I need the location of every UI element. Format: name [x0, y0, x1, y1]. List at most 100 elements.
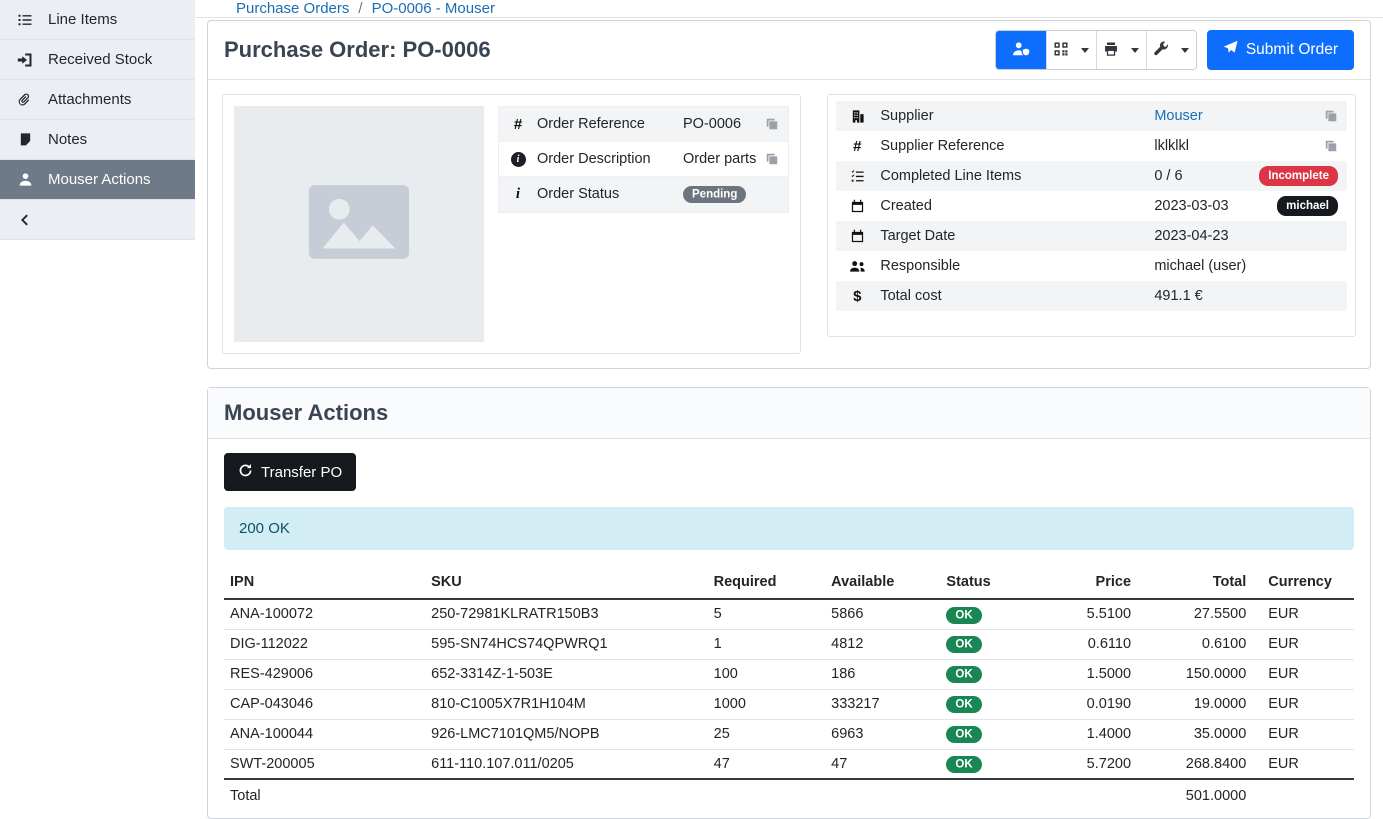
supplier-reference-value: lklklkl: [1154, 138, 1313, 154]
page-title: Purchase Order: PO-0006: [224, 37, 491, 63]
order-info-card: Order Reference PO-0006 Order Descriptio…: [222, 94, 801, 354]
cell-available: 6963: [825, 719, 940, 749]
cell-status: OK: [940, 599, 1033, 629]
sidebar-item-label: Line Items: [48, 11, 117, 28]
status-badge: Pending: [683, 186, 746, 203]
line-items-table: IPN SKU Required Available Status Price …: [224, 566, 1354, 812]
copy-icon[interactable]: [765, 152, 779, 166]
supplier-label: Supplier: [880, 108, 1143, 124]
list-check-icon: [845, 169, 869, 184]
ok-badge: OK: [946, 607, 981, 624]
cell-sku: 810-C1005X7R1H104M: [425, 689, 708, 719]
sidebar-item-line-items[interactable]: Line Items: [0, 0, 195, 40]
sidebar-item-label: Notes: [48, 131, 87, 148]
ok-badge: OK: [946, 696, 981, 713]
sidebar-item-notes[interactable]: Notes: [0, 120, 195, 160]
cell-available: 47: [825, 749, 940, 779]
submit-order-button[interactable]: Submit Order: [1207, 30, 1354, 70]
cell-status: OK: [940, 689, 1033, 719]
cell-required: 1000: [708, 689, 826, 719]
cell-currency: EUR: [1252, 599, 1354, 629]
note-icon: [16, 132, 34, 147]
order-status-label: Order Status: [537, 186, 674, 202]
table-row: ANA-100044 926-LMC7101QM5/NOPB 25 6963 O…: [224, 719, 1354, 749]
transfer-po-button[interactable]: Transfer PO: [224, 453, 356, 491]
col-header-available: Available: [825, 566, 940, 599]
copy-icon[interactable]: [1324, 139, 1338, 153]
cell-price: 1.5000: [1033, 659, 1137, 689]
cell-total: 35.0000: [1137, 719, 1252, 749]
user-icon: [16, 172, 34, 187]
col-header-price: Price: [1033, 566, 1137, 599]
breadcrumb-link-purchase-orders[interactable]: Purchase Orders: [236, 0, 349, 17]
col-header-required: Required: [708, 566, 826, 599]
cell-sku: 250-72981KLRATR150B3: [425, 599, 708, 629]
print-dropdown-button[interactable]: [1096, 31, 1146, 69]
chevron-down-icon: [1081, 48, 1089, 53]
hash-icon: [845, 138, 869, 155]
hash-icon: [508, 116, 528, 133]
cell-required: 25: [708, 719, 826, 749]
options-dropdown-button[interactable]: [1146, 31, 1196, 69]
copy-icon[interactable]: [1324, 109, 1338, 123]
purchase-order-panel-header: Purchase Order: PO-0006: [208, 21, 1370, 80]
cell-sku: 595-SN74HCS74QPWRQ1: [425, 629, 708, 659]
image-icon: [300, 163, 418, 285]
completed-line-items-row: Completed Line Items 0 / 6 Incomplete: [836, 161, 1347, 191]
submit-order-label: Submit Order: [1246, 41, 1338, 59]
user-roles-button[interactable]: [996, 31, 1046, 69]
table-row: ANA-100072 250-72981KLRATR150B3 5 5866 O…: [224, 599, 1354, 629]
cell-status: OK: [940, 749, 1033, 779]
order-status-row: Order Status Pending: [499, 177, 788, 212]
cell-status: OK: [940, 659, 1033, 689]
mouser-actions-panel-header: Mouser Actions: [208, 388, 1370, 439]
info-circle-icon: [508, 152, 528, 167]
cell-total: 19.0000: [1137, 689, 1252, 719]
responsible-row: Responsible michael (user): [836, 251, 1347, 281]
user-shield-icon: [1012, 41, 1030, 60]
table-total-row: Total 501.0000: [224, 779, 1354, 812]
total-cost-row: Total cost 491.1 €: [836, 281, 1347, 311]
chevron-left-icon: [16, 213, 34, 227]
user-badge: michael: [1277, 196, 1338, 215]
sign-in-icon: [16, 52, 34, 68]
order-description-value: Order parts: [683, 151, 756, 167]
building-icon: [845, 109, 869, 124]
main-content: Purchase Orders / PO-0006 - Mouser Purch…: [195, 0, 1383, 794]
paper-plane-icon: [1223, 40, 1238, 60]
cell-status: OK: [940, 629, 1033, 659]
target-date-row: Target Date 2023-04-23: [836, 221, 1347, 251]
breadcrumb-link-current-order[interactable]: PO-0006 - Mouser: [372, 0, 495, 17]
info-icon: [508, 186, 528, 203]
cell-ipn: ANA-100044: [224, 719, 425, 749]
sidebar-item-attachments[interactable]: Attachments: [0, 80, 195, 120]
breadcrumb-separator: /: [358, 0, 362, 17]
copy-icon[interactable]: [765, 117, 779, 131]
cell-ipn: RES-429006: [224, 659, 425, 689]
cell-currency: EUR: [1252, 689, 1354, 719]
cell-required: 1: [708, 629, 826, 659]
order-actions-button-group: [995, 30, 1197, 70]
created-row: Created 2023-03-03 michael: [836, 191, 1347, 221]
cell-ipn: DIG-112022: [224, 629, 425, 659]
chevron-down-icon: [1131, 48, 1139, 53]
completed-line-items-label: Completed Line Items: [880, 168, 1143, 184]
purchase-order-panel: Purchase Order: PO-0006: [207, 20, 1371, 369]
calendar-icon: [845, 199, 869, 214]
barcode-dropdown-button[interactable]: [1046, 31, 1096, 69]
sidebar-item-label: Mouser Actions: [48, 171, 151, 188]
cell-price: 5.7200: [1033, 749, 1137, 779]
supplier-link[interactable]: Mouser: [1154, 108, 1202, 124]
responsible-label: Responsible: [880, 258, 1143, 274]
sidebar-item-label: Received Stock: [48, 51, 152, 68]
cell-currency: EUR: [1252, 719, 1354, 749]
sidebar-item-received-stock[interactable]: Received Stock: [0, 40, 195, 80]
cell-total: 27.5500: [1137, 599, 1252, 629]
col-header-currency: Currency: [1252, 566, 1354, 599]
col-header-sku: SKU: [425, 566, 708, 599]
order-image-placeholder[interactable]: [234, 106, 484, 342]
sidebar-collapse-button[interactable]: [0, 200, 195, 240]
ok-badge: OK: [946, 726, 981, 743]
sidebar-item-mouser-actions[interactable]: Mouser Actions: [0, 160, 195, 200]
printer-icon: [1103, 41, 1119, 60]
